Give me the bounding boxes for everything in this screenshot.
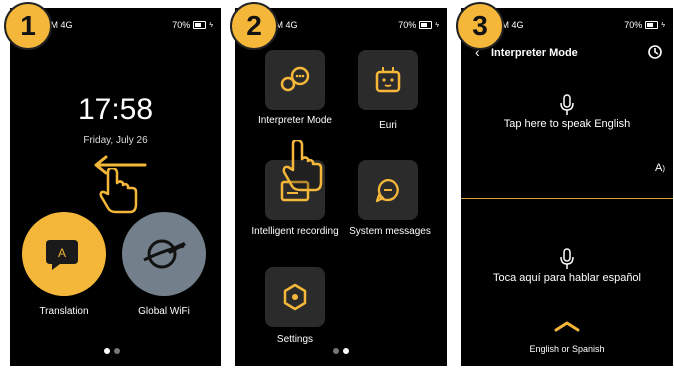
- page-indicator: [104, 348, 120, 354]
- translation-app-label: Translation: [39, 306, 89, 317]
- microphone-icon: [560, 248, 574, 269]
- tile-system-messages[interactable]: [358, 160, 418, 220]
- language-selector[interactable]: English or Spanish: [461, 344, 673, 354]
- swipe-hand-icon: [99, 168, 138, 214]
- speak-english-prompt: Tap here to speak English: [503, 118, 631, 130]
- interpreter-header: ‹ Interpreter Mode: [461, 44, 673, 64]
- battery-icon: [419, 21, 433, 29]
- battery-status: 70% ϟ: [172, 20, 213, 30]
- tile-intelligent-recording-label: Intelligent recording: [251, 226, 339, 237]
- tile-euri-label: Euri: [379, 120, 397, 131]
- charging-icon: ϟ: [209, 21, 213, 29]
- interpreter-icon: [280, 66, 310, 92]
- microphone-icon: [560, 94, 574, 115]
- page-title: Interpreter Mode: [491, 47, 578, 59]
- translation-chat-icon: A: [46, 240, 78, 270]
- tap-hand-icon: [282, 140, 323, 192]
- page-dot: [114, 348, 120, 354]
- global-wifi-app-button[interactable]: [122, 212, 206, 296]
- global-wifi-app-label: Global WiFi: [138, 306, 190, 317]
- chevron-up-icon[interactable]: [553, 320, 581, 332]
- clock-time: 17:58: [77, 93, 154, 126]
- svg-text:A: A: [58, 246, 66, 260]
- translation-app-button[interactable]: A: [22, 212, 106, 296]
- message-icon: [375, 178, 399, 203]
- battery-icon: [193, 21, 207, 29]
- step-badge-1: 1: [4, 2, 52, 50]
- section-divider: [461, 198, 673, 199]
- battery-icon: [645, 21, 659, 29]
- battery-status: 70% ϟ: [398, 20, 439, 30]
- step-badge-3: 3: [456, 2, 504, 50]
- page-dot: [333, 348, 339, 354]
- robot-face-icon: [375, 67, 401, 93]
- page-indicator: [333, 348, 349, 354]
- tile-euri[interactable]: [358, 50, 418, 110]
- tile-settings[interactable]: [265, 267, 325, 327]
- clock-date: Friday, July 26: [83, 135, 148, 146]
- tile-interpreter-mode[interactable]: [265, 50, 325, 110]
- page-dot-active: [104, 348, 110, 354]
- history-clock-icon[interactable]: [647, 44, 663, 60]
- speak-spanish-prompt: Toca aquí para hablar español: [493, 272, 641, 284]
- battery-percent: 70%: [172, 20, 191, 30]
- page-dot-active: [343, 348, 349, 354]
- hexagon-settings-icon: [283, 283, 307, 311]
- charging-icon: ϟ: [435, 21, 439, 29]
- translate-toggle-icon[interactable]: A): [655, 162, 665, 174]
- phone-screen-apps: SIM 4G 70% ϟ Interpreter Mode Euri Intel…: [235, 8, 447, 366]
- phone-screen-interpreter: SIM 4G 70% ϟ ‹ Interpreter Mode Tap here…: [461, 8, 673, 366]
- battery-percent: 70%: [624, 20, 643, 30]
- phone-screen-home: SIM 4G 70% ϟ 17:58 Friday, July 26 A Tra…: [10, 8, 221, 366]
- tile-settings-label: Settings: [276, 334, 314, 345]
- airplane-globe-icon: [143, 239, 186, 269]
- charging-icon: ϟ: [661, 21, 665, 29]
- battery-percent: 70%: [398, 20, 417, 30]
- tile-interpreter-mode-label: Interpreter Mode: [258, 115, 332, 126]
- battery-status: 70% ϟ: [624, 20, 665, 30]
- step-badge-2: 2: [230, 2, 278, 50]
- tile-system-messages-label: System messages: [349, 226, 431, 237]
